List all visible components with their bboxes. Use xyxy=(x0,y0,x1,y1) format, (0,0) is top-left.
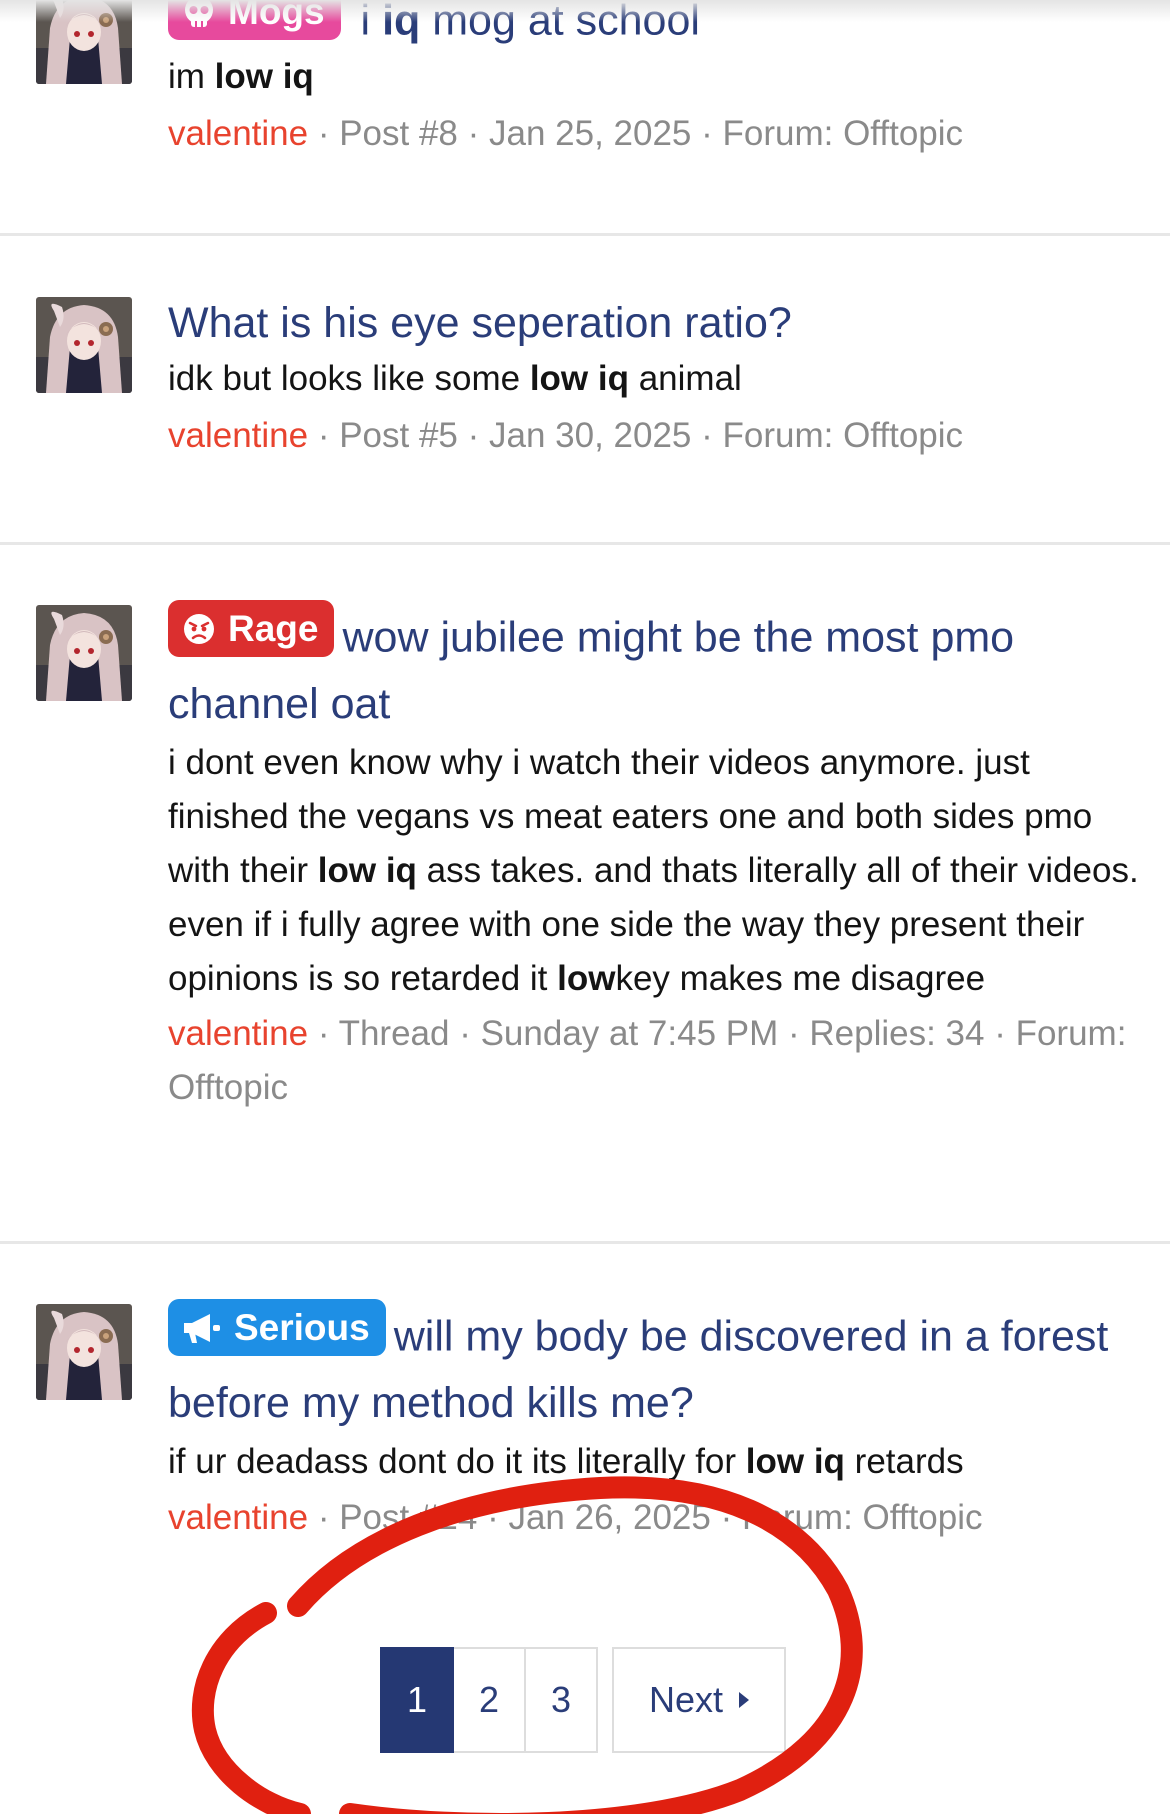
angry-face-icon xyxy=(182,612,228,646)
username-link[interactable]: valentine xyxy=(168,1498,308,1537)
snippet-text: key makes me disagree xyxy=(615,958,986,998)
user-avatar[interactable] xyxy=(36,1304,132,1400)
highlighted-term: low iq xyxy=(529,359,629,398)
prefix-label: Rage xyxy=(228,608,319,649)
snippet-text: im xyxy=(168,56,215,96)
snippet-text: retards xyxy=(844,1441,964,1481)
result-snippet: i dont even know why i watch their video… xyxy=(168,736,1148,1006)
meta-details: · Thread · Sunday at 7:45 PM · Replies: … xyxy=(168,1013,1127,1107)
user-avatar[interactable] xyxy=(36,297,132,393)
result-divider xyxy=(0,1241,1170,1244)
result-meta: valentine · Post #5 · Jan 30, 2025 · For… xyxy=(168,409,1148,463)
result-snippet: if ur deadass dont do it its literally f… xyxy=(168,1435,1148,1489)
page-3-button[interactable]: 3 xyxy=(526,1647,598,1753)
result-meta: valentine · Post #8 · Jan 25, 2025 · For… xyxy=(168,107,1148,161)
highlighted-term: low xyxy=(557,958,616,998)
result-divider xyxy=(0,233,1170,236)
result-snippet: im low iq xyxy=(168,50,1148,104)
result-title[interactable]: Serious will my body be discovered in a f… xyxy=(168,1299,1148,1436)
megaphone-icon xyxy=(182,1311,234,1345)
meta-details: · Post #8 · Jan 25, 2025 · Forum: Offtop… xyxy=(308,113,964,153)
result-snippet: idk but looks like some low iq animal xyxy=(168,352,1148,406)
highlighted-term: low iq xyxy=(214,56,314,96)
result-meta: valentine · Thread · Sunday at 7:45 PM ·… xyxy=(168,1007,1148,1115)
snippet-text: if ur deadass dont do it its literally f… xyxy=(168,1441,746,1481)
caret-right-icon xyxy=(739,1692,750,1708)
title-text: What is his eye seperation ratio? xyxy=(168,299,792,347)
page-1-button[interactable]: 1 xyxy=(380,1647,454,1753)
next-page-button[interactable]: Next xyxy=(612,1647,786,1753)
pagination: 1 2 3 Next xyxy=(380,1647,786,1753)
user-avatar[interactable] xyxy=(36,605,132,701)
top-bar-shadow xyxy=(0,0,1170,22)
meta-details: · Post #24 · Jan 26, 2025 · Forum: Offto… xyxy=(308,1497,983,1537)
highlighted-term: low iq xyxy=(745,1441,845,1481)
highlighted-term: low iq xyxy=(317,850,417,890)
result-meta: valentine · Post #24 · Jan 26, 2025 · Fo… xyxy=(168,1491,1148,1545)
result-divider xyxy=(0,542,1170,545)
next-label: Next xyxy=(648,1679,724,1720)
result-title[interactable]: Rage wow jubilee might be the most pmo ch… xyxy=(168,600,1148,737)
username-link[interactable]: valentine xyxy=(168,114,308,153)
prefix-badge-serious[interactable]: Serious xyxy=(168,1299,386,1356)
username-link[interactable]: valentine xyxy=(168,1014,308,1053)
page-2-button[interactable]: 2 xyxy=(454,1647,526,1753)
prefix-label: Serious xyxy=(234,1307,370,1348)
snippet-text: animal xyxy=(628,359,742,398)
snippet-text: idk but looks like some xyxy=(168,359,530,398)
meta-details: · Post #5 · Jan 30, 2025 · Forum: Offtop… xyxy=(308,416,964,455)
username-link[interactable]: valentine xyxy=(168,416,308,455)
prefix-badge-rage[interactable]: Rage xyxy=(168,600,335,657)
result-title[interactable]: What is his eye seperation ratio? xyxy=(168,290,1148,356)
